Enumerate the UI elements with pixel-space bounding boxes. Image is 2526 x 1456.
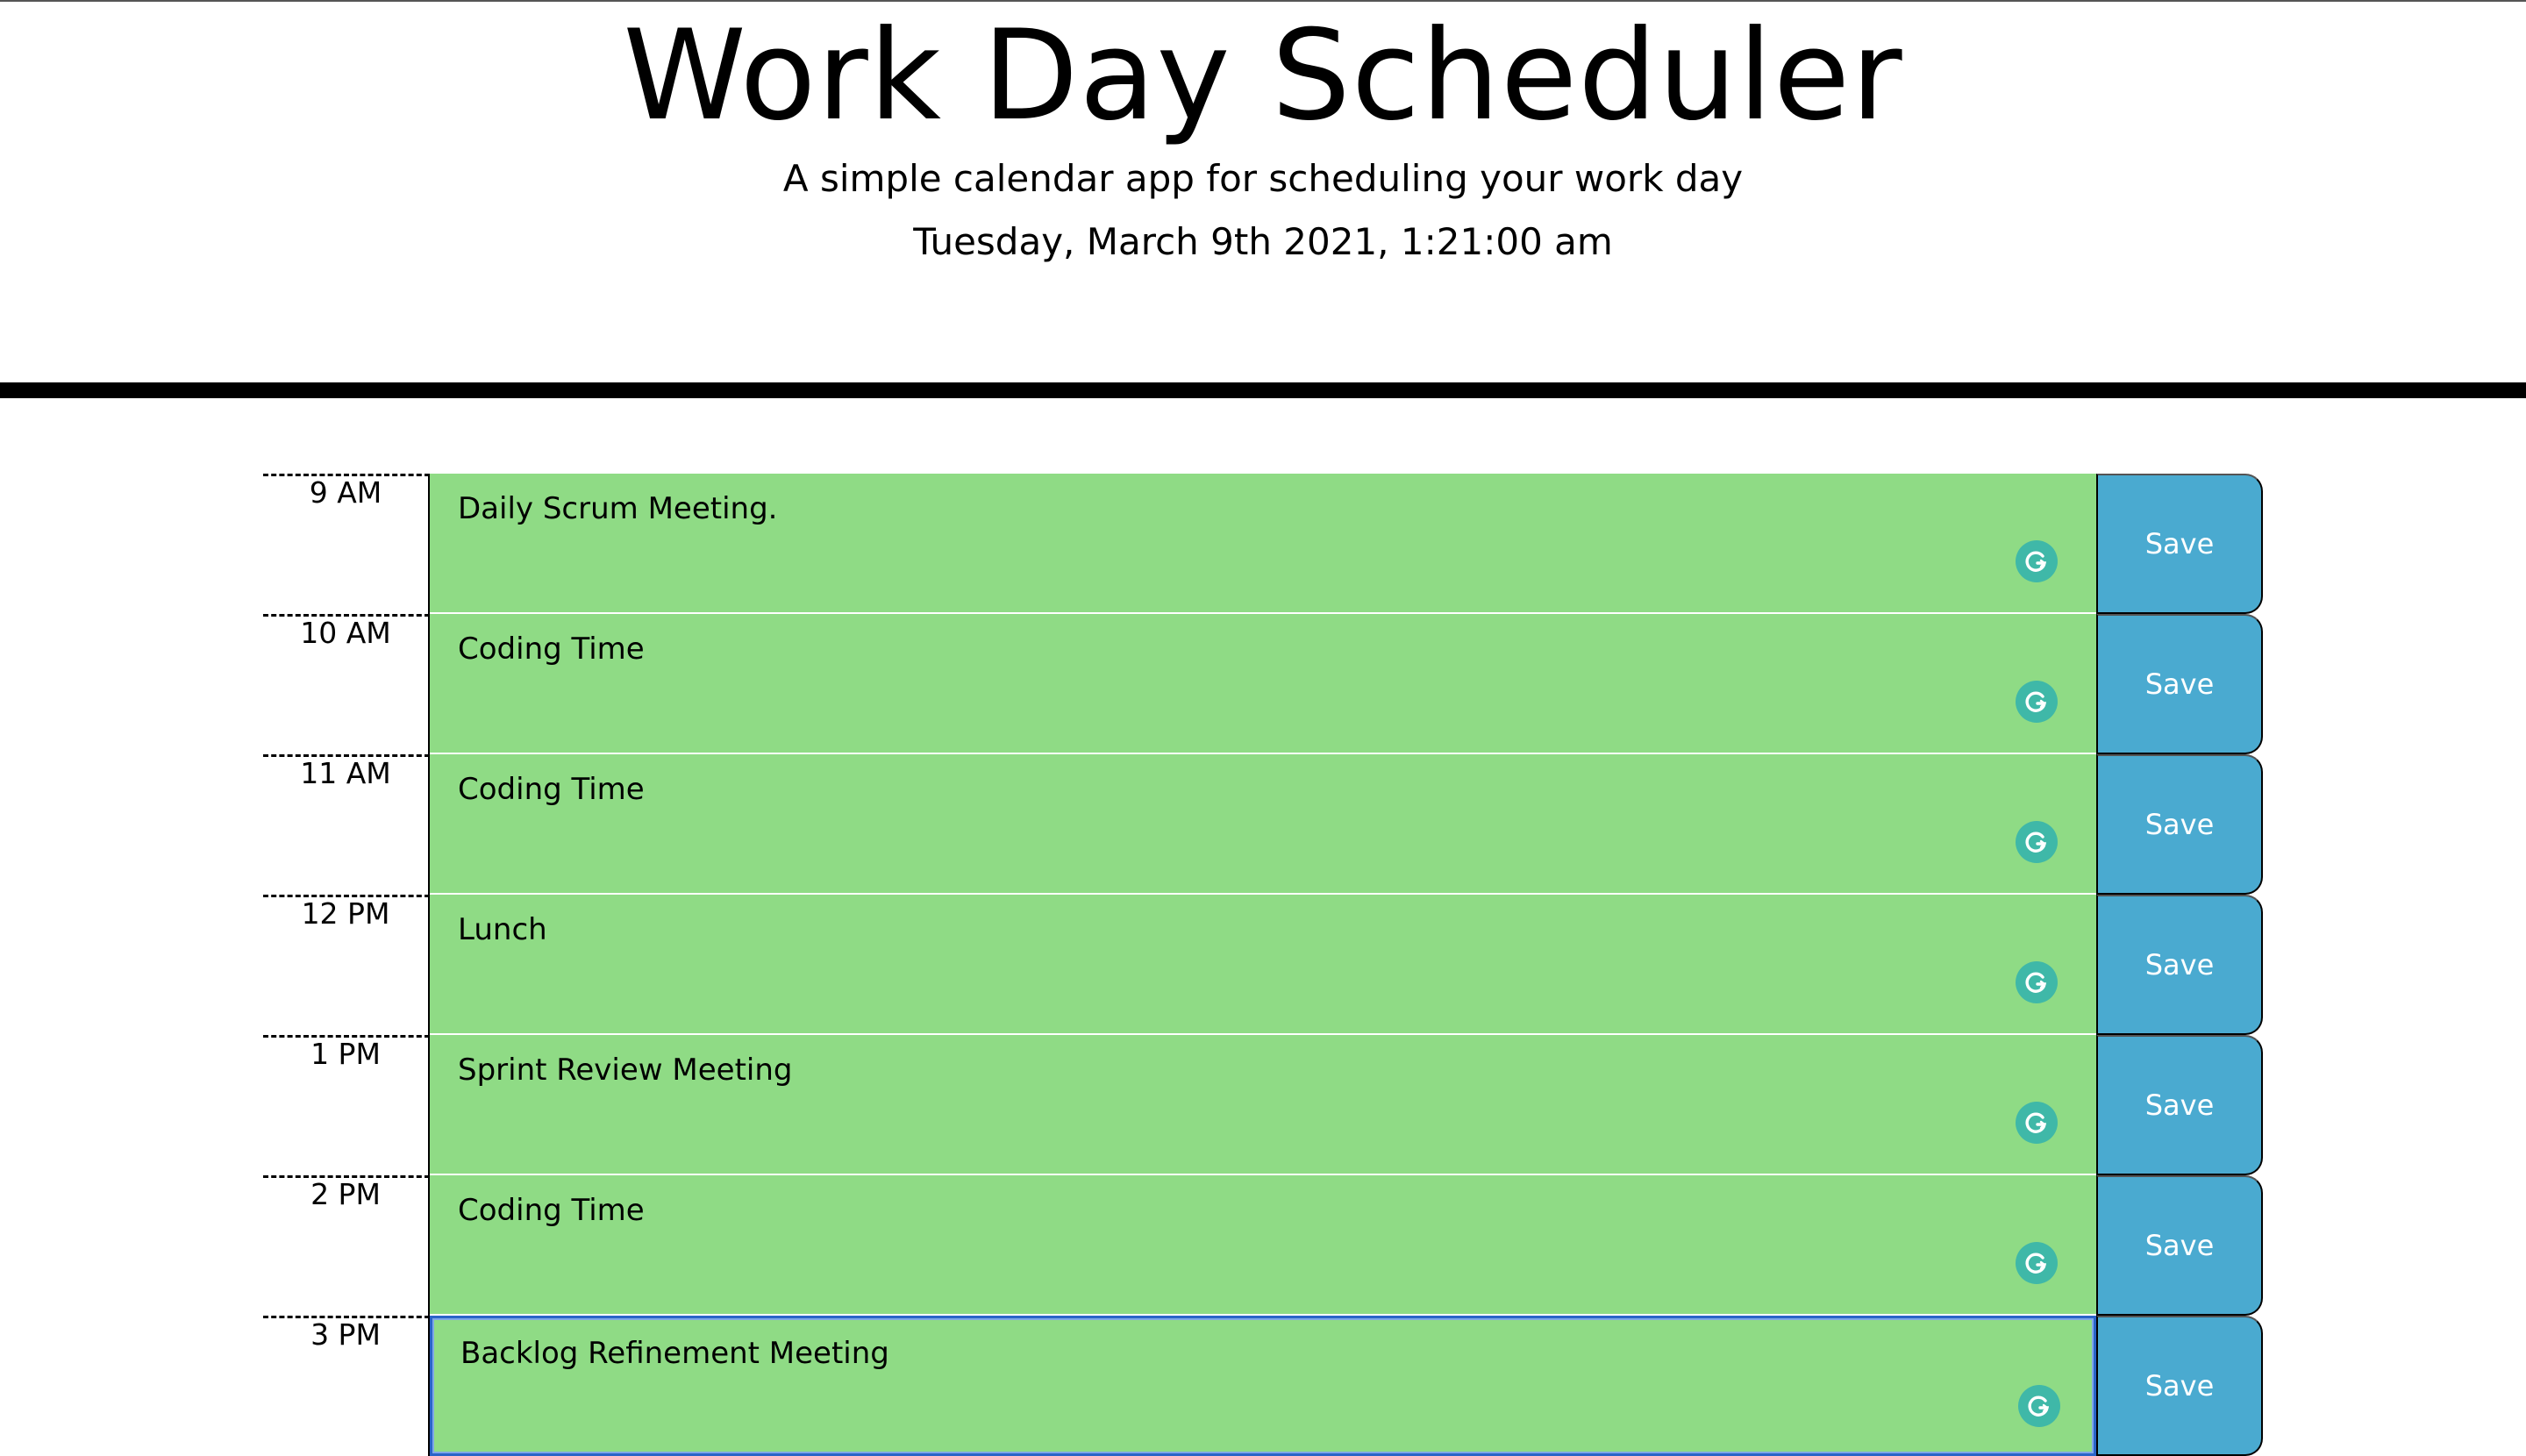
time-block-11am: 11 AM Coding Time Save [263, 754, 2263, 895]
time-block-12pm: 12 PM Lunch Save [263, 895, 2263, 1035]
hour-label: 2 PM [263, 1175, 430, 1316]
grammarly-icon[interactable] [2016, 540, 2058, 582]
grammarly-icon[interactable] [2016, 1242, 2058, 1284]
task-textarea[interactable]: Lunch [430, 895, 2096, 1035]
grammarly-icon[interactable] [2016, 681, 2058, 723]
save-label: Save [2144, 1229, 2215, 1262]
time-block-10am: 10 AM Coding Time Save [263, 614, 2263, 754]
task-textarea[interactable]: Coding Time [430, 1175, 2096, 1316]
save-button[interactable]: Save [2096, 474, 2263, 614]
task-text: Backlog Refinement Meeting [460, 1336, 889, 1371]
time-block-3pm: 3 PM Backlog Refinement Meeting Save [263, 1316, 2263, 1456]
hour-label: 11 AM [263, 754, 430, 895]
save-label: Save [2144, 667, 2215, 701]
save-button[interactable]: Save [2096, 614, 2263, 754]
hour-label: 10 AM [263, 614, 430, 754]
task-textarea[interactable]: Daily Scrum Meeting. [430, 474, 2096, 614]
grammarly-icon[interactable] [2016, 1102, 2058, 1144]
current-day: Tuesday, March 9th 2021, 1:21:00 am [913, 220, 1613, 263]
save-label: Save [2144, 527, 2215, 560]
save-label: Save [2144, 1088, 2215, 1122]
save-label: Save [2144, 948, 2215, 981]
task-text: Coding Time [458, 772, 645, 807]
schedule: 9 AM Daily Scrum Meeting. Save 10 AM Cod… [263, 474, 2263, 1456]
task-textarea[interactable]: Coding Time [430, 754, 2096, 895]
task-text: Daily Scrum Meeting. [458, 491, 778, 526]
save-button[interactable]: Save [2096, 1316, 2263, 1456]
subtitle: A simple calendar app for scheduling you… [782, 157, 1744, 200]
task-text: Coding Time [458, 632, 645, 667]
time-block-1pm: 1 PM Sprint Review Meeting Save [263, 1035, 2263, 1175]
save-button[interactable]: Save [2096, 895, 2263, 1035]
hour-label: 9 AM [263, 474, 430, 614]
task-text: Coding Time [458, 1193, 645, 1228]
save-button[interactable]: Save [2096, 1035, 2263, 1175]
grammarly-icon[interactable] [2016, 961, 2058, 1003]
header: Work Day Scheduler A simple calendar app… [0, 2, 2526, 398]
time-block-2pm: 2 PM Coding Time Save [263, 1175, 2263, 1316]
task-textarea[interactable]: Backlog Refinement Meeting [430, 1316, 2096, 1456]
task-text: Lunch [458, 912, 547, 947]
task-textarea[interactable]: Sprint Review Meeting [430, 1035, 2096, 1175]
save-button[interactable]: Save [2096, 754, 2263, 895]
save-label: Save [2144, 808, 2215, 841]
time-block-9am: 9 AM Daily Scrum Meeting. Save [263, 474, 2263, 614]
hour-label: 3 PM [263, 1316, 430, 1456]
grammarly-icon[interactable] [2016, 821, 2058, 863]
hour-label: 12 PM [263, 895, 430, 1035]
save-label: Save [2144, 1369, 2215, 1402]
save-button[interactable]: Save [2096, 1175, 2263, 1316]
grammarly-icon[interactable] [2018, 1385, 2060, 1427]
page-title: Work Day Scheduler [623, 4, 1903, 148]
task-textarea[interactable]: Coding Time [430, 614, 2096, 754]
hour-label: 1 PM [263, 1035, 430, 1175]
task-text: Sprint Review Meeting [458, 1053, 793, 1088]
